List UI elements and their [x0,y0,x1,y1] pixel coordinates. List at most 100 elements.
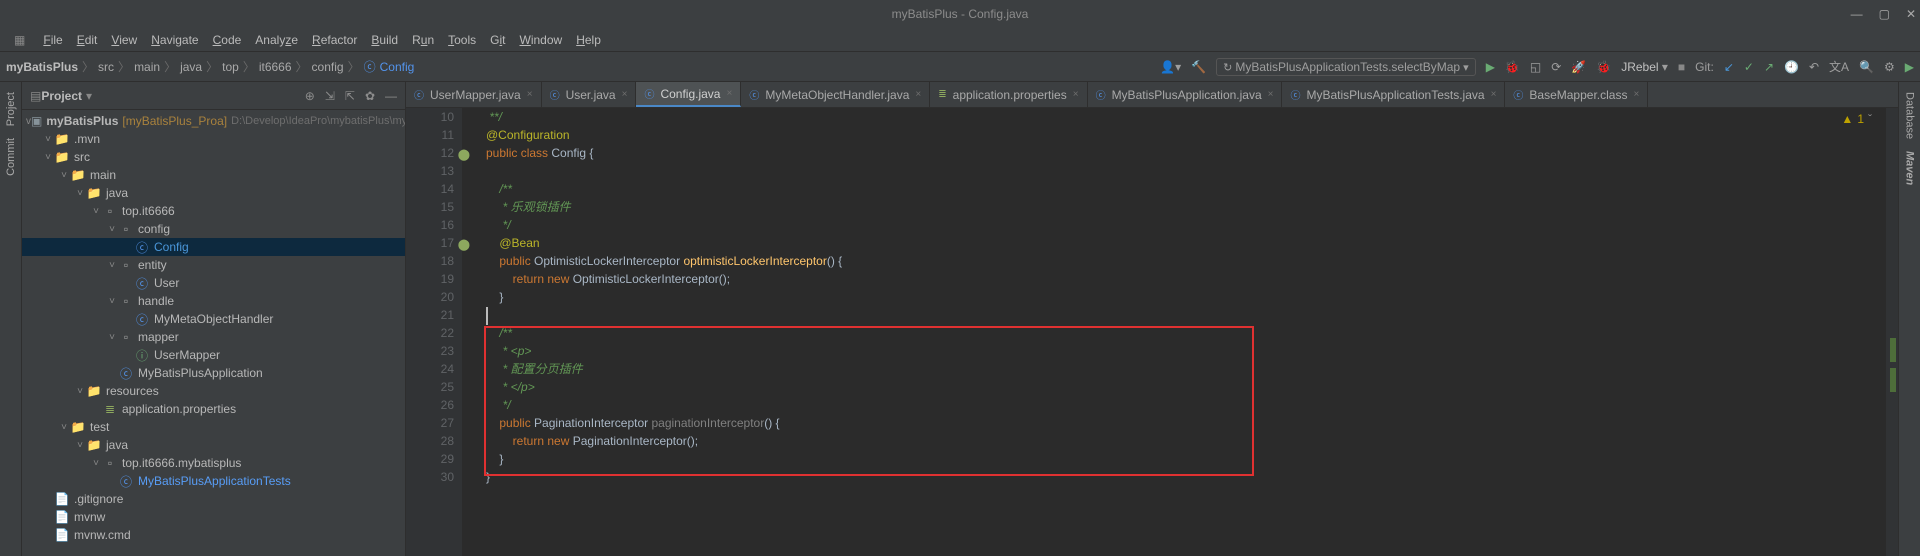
project-view-dropdown[interactable]: ▾ [86,89,92,103]
close-tab-icon[interactable]: × [726,88,732,99]
code-line-30[interactable]: } [486,468,1898,486]
menu-run[interactable]: Run [406,31,440,49]
crumb-main[interactable]: main [134,60,160,74]
jrebel-run-icon[interactable]: 🚀 [1571,60,1586,74]
code-line-17[interactable]: @Bean [486,234,1898,252]
translate-icon[interactable]: 文A [1829,58,1849,75]
crumb-top[interactable]: top [222,60,239,74]
git-rollback-icon[interactable]: ↶ [1809,60,1819,74]
tree-node-main[interactable]: ˅📁main [22,166,405,184]
build-icon[interactable]: 🔨 [1191,60,1206,74]
menu-code[interactable]: Code [207,31,248,49]
tree-node--mvn[interactable]: ˅📁.mvn [22,130,405,148]
code-line-26[interactable]: */ [486,396,1898,414]
crumb-java[interactable]: java [180,60,202,74]
git-update-icon[interactable]: ↙ [1724,60,1734,74]
crumb-it6666[interactable]: it6666 [259,60,292,74]
error-stripe[interactable] [1886,108,1898,556]
close-tab-icon[interactable]: × [527,89,533,100]
project-tree[interactable]: v▣ myBatisPlus [myBatisPlus_Proa] D:\Dev… [22,110,405,556]
crumb-root[interactable]: myBatisPlus [6,60,78,74]
close-tab-icon[interactable]: × [915,89,921,100]
user-icon[interactable]: 👤▾ [1160,60,1181,74]
code-line-13[interactable] [486,162,1898,180]
coverage-button[interactable]: ◱ [1530,60,1541,74]
editor-tab-basemapper-class[interactable]: ⓒBaseMapper.class× [1505,82,1648,107]
code-line-29[interactable]: } [486,450,1898,468]
editor-tab-mybatisplusapplicationtests-java[interactable]: ⓒMyBatisPlusApplicationTests.java× [1282,82,1505,107]
crumb-config[interactable]: config [312,60,344,74]
tree-node-mapper[interactable]: ˅▫mapper [22,328,405,346]
hide-panel-icon[interactable]: — [385,89,397,103]
menu-git[interactable]: Git [484,31,511,49]
menu-help[interactable]: Help [570,31,607,49]
collapse-all-icon[interactable]: ⇱ [345,89,355,103]
tree-node-src[interactable]: ˅📁src [22,148,405,166]
code-line-12[interactable]: public class Config { [486,144,1898,162]
editor-tab-user-java[interactable]: ⓒUser.java× [542,82,637,107]
code-editor[interactable]: 101112⬤1314151617⬤1819202122232425262728… [406,108,1898,556]
tree-node-mymetaobjecthandler[interactable]: ⓒMyMetaObjectHandler [22,310,405,328]
tree-root[interactable]: v▣ myBatisPlus [myBatisPlus_Proa] D:\Dev… [22,112,405,130]
close-tab-icon[interactable]: × [1633,89,1639,100]
code-line-18[interactable]: public OptimisticLockerInterceptor optim… [486,252,1898,270]
code-line-10[interactable]: **/ [486,108,1898,126]
menu-window[interactable]: Window [514,31,569,49]
code-line-20[interactable]: } [486,288,1898,306]
tree-node-usermapper[interactable]: ⓘUserMapper [22,346,405,364]
code-line-27[interactable]: public PaginationInterceptor paginationI… [486,414,1898,432]
code-line-28[interactable]: return new PaginationInterceptor(); [486,432,1898,450]
tree-node-java[interactable]: ˅📁java [22,184,405,202]
jrebel-debug-icon[interactable]: 🐞 [1596,60,1611,74]
project-title[interactable]: Project [41,89,82,103]
code-line-25[interactable]: * </p> [486,378,1898,396]
tree-node-top-it6666-mybatisplus[interactable]: ˅▫top.it6666.mybatisplus [22,454,405,472]
tree-node-mvnw[interactable]: 📄mvnw [22,508,405,526]
menu-navigate[interactable]: Navigate [145,31,204,49]
tree-node--gitignore[interactable]: 📄.gitignore [22,490,405,508]
menu-edit[interactable]: Edit [71,31,104,49]
tree-node-entity[interactable]: ˅▫entity [22,256,405,274]
tree-node-mybatisplusapplication[interactable]: ⓒMyBatisPlusApplication [22,364,405,382]
menu-analyze[interactable]: Analyze [249,31,304,49]
menu-file[interactable]: File [37,31,68,49]
commit-tool-tab[interactable]: Commit [5,138,17,176]
tree-node-top-it6666[interactable]: ˅▫top.it6666 [22,202,405,220]
breadcrumb[interactable]: myBatisPlus〉 src〉 main〉 java〉 top〉 it666… [6,58,414,75]
code-line-23[interactable]: * <p> [486,342,1898,360]
tree-node-resources[interactable]: ˅📁resources [22,382,405,400]
jrebel-selector[interactable]: JRebel ▾ [1621,60,1668,74]
editor-tab-mymetaobjecthandler-java[interactable]: ⓒMyMetaObjectHandler.java× [741,82,930,107]
maximize-icon[interactable]: ▢ [1879,7,1890,21]
search-icon[interactable]: 🔍 [1859,60,1874,74]
editor-tab-mybatisplusapplication-java[interactable]: ⓒMyBatisPlusApplication.java× [1088,82,1283,107]
database-tool-tab[interactable]: Database [1904,92,1916,139]
editor-tab-usermapper-java[interactable]: ⓒUserMapper.java× [406,82,542,107]
run-config-selector[interactable]: ↻ MyBatisPlusApplicationTests.selectByMa… [1216,58,1476,76]
minimize-icon[interactable]: — [1851,7,1863,21]
maven-tool-tab[interactable]: Maven [1904,151,1916,185]
tree-node-test[interactable]: ˅📁test [22,418,405,436]
tree-node-application-properties[interactable]: ≣application.properties [22,400,405,418]
close-tab-icon[interactable]: × [1268,89,1274,100]
tree-node-mybatisplusapplicationtests[interactable]: ⓒMyBatisPlusApplicationTests [22,472,405,490]
menu-refactor[interactable]: Refactor [306,31,363,49]
code-line-16[interactable]: */ [486,216,1898,234]
settings-icon[interactable]: ⚙ [1884,60,1895,74]
expand-all-icon[interactable]: ⇲ [325,89,335,103]
close-tab-icon[interactable]: × [1491,89,1497,100]
settings-gear-icon[interactable]: ✿ [365,89,375,103]
profile-button[interactable]: ⟳ [1551,60,1561,74]
gutter[interactable]: 101112⬤1314151617⬤1819202122232425262728… [406,108,462,556]
crumb-src[interactable]: src [98,60,114,74]
menu-tools[interactable]: Tools [442,31,482,49]
run-button[interactable]: ▶ [1486,60,1495,74]
code-line-21[interactable] [486,306,1898,324]
tree-node-config[interactable]: ˅▫config [22,220,405,238]
git-push-icon[interactable]: ↗ [1764,60,1774,74]
select-opened-file-icon[interactable]: ⊕ [305,89,315,103]
code-line-15[interactable]: * 乐观锁插件 [486,198,1898,216]
project-tool-tab[interactable]: Project [5,92,17,126]
tree-node-user[interactable]: ⓒUser [22,274,405,292]
menu-build[interactable]: Build [365,31,404,49]
